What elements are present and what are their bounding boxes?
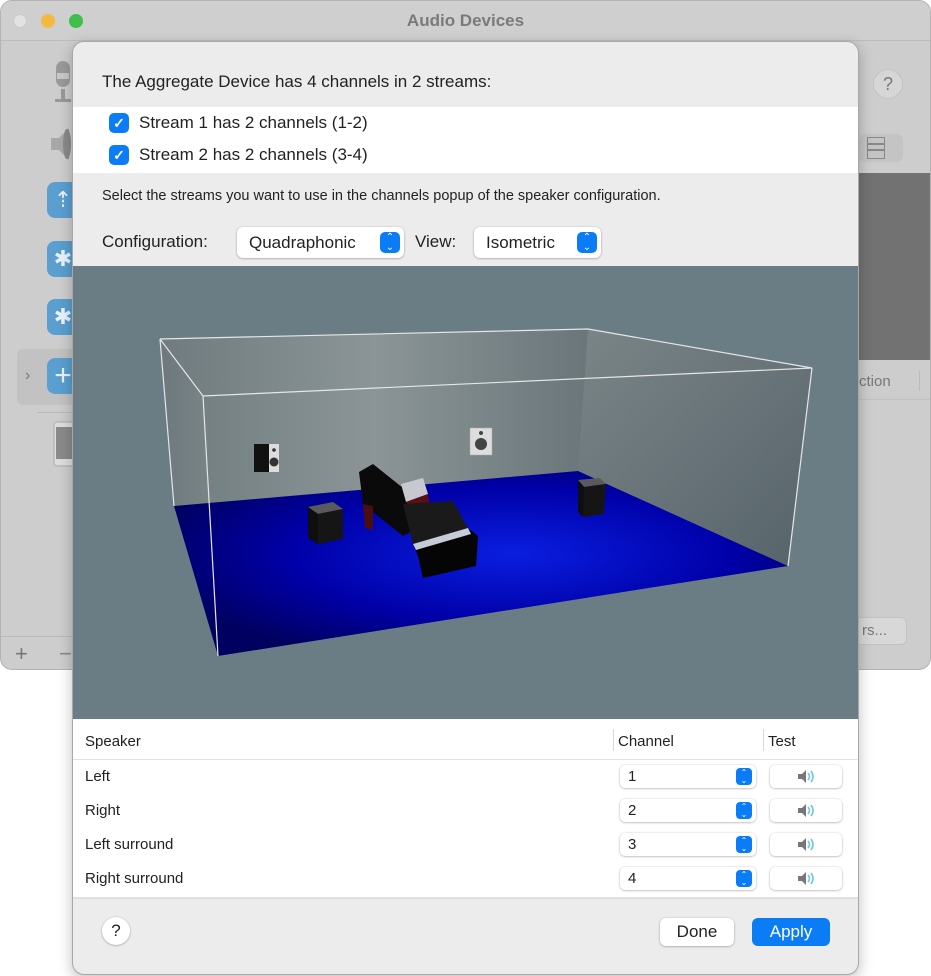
- stream-label: Stream 2 has 2 channels (3-4): [139, 145, 368, 164]
- up-down-arrows-icon: ⌃ ⌄: [736, 870, 752, 887]
- stream-1-checkbox[interactable]: ✓: [109, 113, 129, 133]
- speaker-name: Right: [85, 802, 121, 819]
- table-row: Right surround 4 ⌃ ⌄: [73, 862, 858, 896]
- channel-value: 4: [628, 870, 637, 887]
- right-surround-speaker: [578, 478, 606, 517]
- divider: [37, 412, 77, 413]
- stream-item[interactable]: ✓ Stream 1 has 2 channels (1-2): [109, 110, 368, 136]
- view-value: Isometric: [486, 233, 555, 252]
- speaker-volume-icon: [798, 838, 814, 851]
- column-header-test[interactable]: Test: [768, 733, 796, 750]
- stream-item[interactable]: ✓ Stream 2 has 2 channels (3-4): [109, 142, 368, 168]
- left-speaker: [254, 444, 279, 472]
- column-divider: [763, 729, 764, 751]
- channel-popup[interactable]: 1 ⌃ ⌄: [620, 765, 756, 788]
- channel-value: 1: [628, 768, 637, 785]
- speaker-table: Speaker Channel Test Left 1 ⌃ ⌄ Right 2 ⌃ ⌄ …: [73, 719, 858, 899]
- divider: [859, 399, 930, 400]
- table-row: Right 2 ⌃ ⌄: [73, 794, 858, 828]
- speaker-name: Left: [85, 768, 111, 785]
- speaker-volume-icon: [798, 872, 814, 885]
- test-speaker-button[interactable]: [770, 867, 842, 890]
- add-device-button[interactable]: +: [15, 641, 28, 667]
- up-down-arrows-icon: ⌃ ⌄: [736, 802, 752, 819]
- column-header[interactable]: ction: [859, 373, 891, 390]
- speaker-name: Left surround: [85, 836, 174, 853]
- channel-value: 2: [628, 802, 637, 819]
- view-popup[interactable]: Isometric ⌃ ⌄: [474, 227, 601, 258]
- view-label: View:: [415, 232, 457, 251]
- streams-hint: Select the streams you want to use in th…: [102, 188, 661, 204]
- test-speaker-button[interactable]: [770, 765, 842, 788]
- channel-popup[interactable]: 2 ⌃ ⌄: [620, 799, 756, 822]
- apply-button[interactable]: Apply: [752, 918, 830, 946]
- speaker-volume-icon: [798, 804, 814, 817]
- configuration-label: Configuration:: [102, 232, 208, 251]
- chevron-right-icon[interactable]: ›: [25, 367, 30, 385]
- table-bottom-border: [73, 897, 858, 899]
- channel-popup[interactable]: 3 ⌃ ⌄: [620, 833, 756, 856]
- configuration-popup[interactable]: Quadraphonic ⌃ ⌄: [237, 227, 404, 258]
- streams-intro: The Aggregate Device has 4 channels in 2…: [102, 72, 492, 91]
- up-down-arrows-icon: ⌃ ⌄: [736, 768, 752, 785]
- title-bar: Audio Devices: [1, 1, 930, 41]
- done-button[interactable]: Done: [660, 918, 734, 946]
- column-divider: [613, 729, 614, 751]
- left-surround-speaker: [308, 502, 343, 544]
- configure-speakers-button[interactable]: rs...: [851, 617, 907, 645]
- column-divider: [919, 371, 920, 391]
- speaker-scene-view[interactable]: [73, 266, 858, 719]
- right-speaker: [469, 427, 493, 456]
- up-down-arrows-icon: ⌃ ⌄: [380, 232, 400, 253]
- column-header-channel[interactable]: Channel: [618, 733, 674, 750]
- channel-value: 3: [628, 836, 637, 853]
- table-row: Left 1 ⌃ ⌄: [73, 760, 858, 794]
- streams-list: ✓ Stream 1 has 2 channels (1-2) ✓ Stream…: [73, 107, 858, 173]
- help-button[interactable]: ?: [102, 917, 130, 945]
- help-button[interactable]: ?: [873, 69, 903, 99]
- speaker-volume-icon: [798, 770, 814, 783]
- remove-device-button[interactable]: −: [59, 641, 72, 667]
- column-header-speaker[interactable]: Speaker: [85, 733, 141, 750]
- device-panel: [859, 173, 930, 360]
- test-speaker-button[interactable]: [770, 799, 842, 822]
- stream-2-checkbox[interactable]: ✓: [109, 145, 129, 165]
- up-down-arrows-icon: ⌃ ⌄: [577, 232, 597, 253]
- list-view-icon: [867, 137, 885, 159]
- divider: [1, 636, 81, 637]
- configuration-value: Quadraphonic: [249, 233, 356, 252]
- stream-label: Stream 1 has 2 channels (1-2): [139, 113, 368, 132]
- up-down-arrows-icon: ⌃ ⌄: [736, 836, 752, 853]
- window-title: Audio Devices: [406, 11, 525, 30]
- speaker-configuration-sheet: The Aggregate Device has 4 channels in 2…: [72, 41, 859, 975]
- channel-popup[interactable]: 4 ⌃ ⌄: [620, 867, 756, 890]
- speaker-name: Right surround: [85, 870, 184, 887]
- test-speaker-button[interactable]: [770, 833, 842, 856]
- table-row: Left surround 3 ⌃ ⌄: [73, 828, 858, 862]
